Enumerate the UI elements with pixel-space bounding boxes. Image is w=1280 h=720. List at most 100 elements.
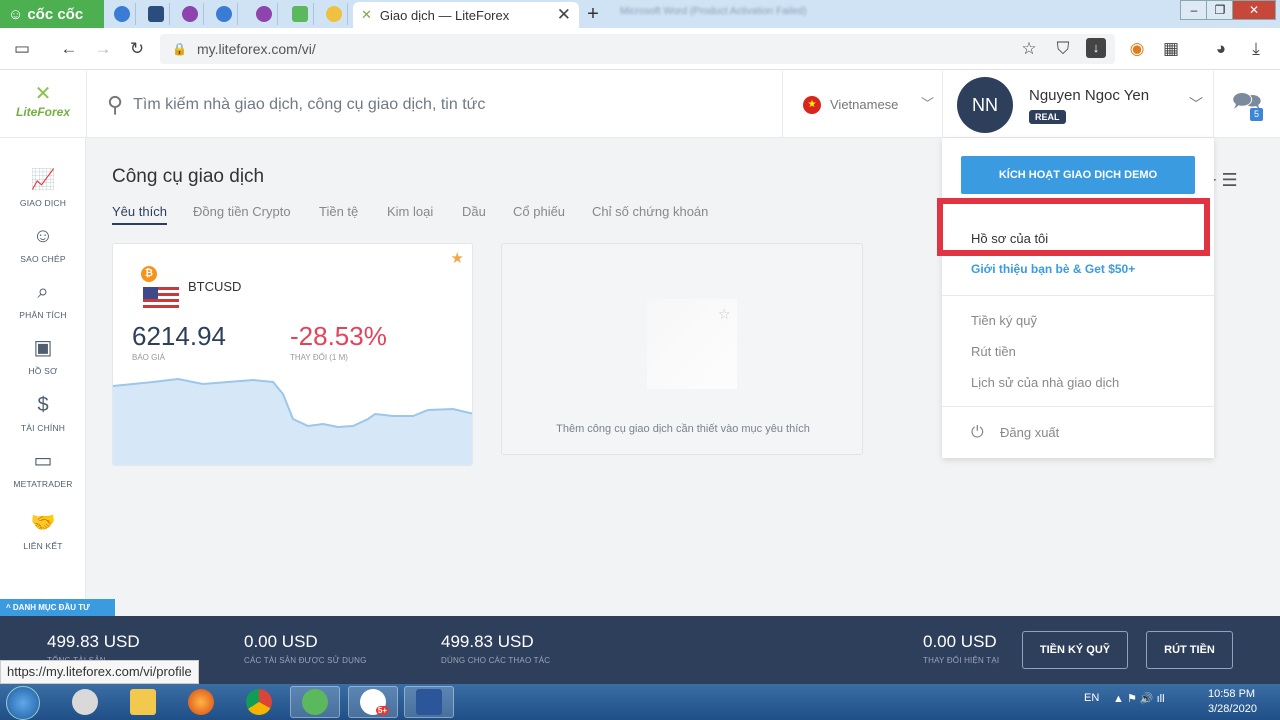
vietnam-flag-icon: ★ (803, 95, 821, 114)
tab-favorites[interactable]: Yêu thích (112, 204, 167, 225)
placeholder-text: Thêm công cụ giao dịch cần thiết vào mục… (556, 423, 810, 435)
tab-pinned-5[interactable] (250, 3, 278, 25)
user-menu-toggle[interactable]: NN Nguyen Ngoc Yen REAL ﹀ (942, 71, 1214, 138)
taskbar-app-chrome[interactable] (234, 686, 284, 718)
sidebar-item-analytics[interactable]: ⌕ PHÂN TÍCH (0, 280, 86, 320)
menu-item-logout[interactable]: Đăng xuất (1000, 425, 1059, 440)
app-header: ✕ LiteForex ⚲ ★ Vietnamese ﹀ NN Nguyen N… (0, 71, 1280, 138)
instrument-card[interactable]: ₿ BTCUSD ★ 6214.94 BÁO GIÁ -28.53% THAY … (112, 243, 473, 466)
url-field[interactable]: 🔒 my.liteforex.com/vi/ (160, 34, 1115, 64)
tab-metals[interactable]: Kim loại (387, 204, 433, 219)
sidebar-item-metatrader[interactable]: ▭ METATRADER (0, 449, 86, 489)
menu-item-withdraw[interactable]: Rút tiền (971, 344, 1016, 359)
sidebar-item-label: GIAO DỊCH (19, 198, 67, 208)
system-tray-icons[interactable]: ▲ ⚑ 🔊 ıll (1113, 692, 1165, 705)
search-input[interactable] (133, 95, 734, 114)
available-label: DÙNG CHO CÁC THAO TÁC (441, 656, 551, 665)
tab-pinned-1[interactable] (108, 3, 136, 25)
browser-logo[interactable]: ☺ cốc cốc (0, 0, 104, 28)
activate-demo-button[interactable]: KÍCH HOẠT GIAO DỊCH DEMO (961, 156, 1195, 194)
reload-icon[interactable]: ↻ (126, 38, 148, 60)
clock-date[interactable]: 3/28/2020 (1208, 703, 1257, 715)
total-assets-value: 499.83 USD (47, 632, 140, 651)
tab-stocks[interactable]: Cổ phiếu (513, 204, 565, 219)
coccoc-icon: ☺ (8, 5, 24, 23)
download-page-icon[interactable]: ↓ (1086, 38, 1106, 58)
deposit-button[interactable]: TIỀN KÝ QUỸ (1022, 631, 1128, 669)
empty-star-icon: ☆ (718, 306, 731, 322)
tab-pinned-3[interactable] (176, 3, 204, 25)
user-name: Nguyen Ngoc Yen (1029, 87, 1150, 104)
taskbar-app-firefox[interactable] (176, 686, 226, 718)
tab-pinned-6[interactable] (286, 3, 314, 25)
taskbar-app-zalo[interactable]: 5+ (348, 686, 398, 718)
liteforex-favicon-icon: ✕ (361, 7, 372, 22)
favorite-star-icon[interactable]: ★ (451, 249, 464, 267)
account-type-badge: REAL (1029, 110, 1066, 124)
chart-icon: 📈 (30, 169, 56, 191)
taskbar-app-word[interactable] (404, 686, 454, 718)
tab-pinned-4[interactable] (210, 3, 238, 25)
user-dropdown-menu: KÍCH HOẠT GIAO DỊCH DEMO Hồ sơ của tôi G… (937, 138, 1214, 458)
tab-oil[interactable]: Dầu (462, 204, 486, 219)
url-text: my.liteforex.com/vi/ (196, 41, 316, 57)
active-tab[interactable]: ✕ Giao dịch — LiteForex ✕ (353, 2, 579, 28)
sidebar-item-finance[interactable]: $ TÀI CHÍNH (0, 393, 86, 433)
new-tab-button[interactable]: + (582, 4, 604, 26)
user-icon: ☺ (32, 225, 54, 247)
language-selector[interactable]: ★ Vietnamese ﹀ (782, 71, 942, 138)
minimize-button[interactable]: – (1180, 0, 1208, 20)
avatar: NN (957, 77, 1013, 133)
menu-item-refer-friend[interactable]: Giới thiệu bạn bè & Get $50+ (971, 262, 1135, 276)
liteforex-logo[interactable]: ✕ LiteForex (8, 83, 78, 127)
quote-label: BÁO GIÁ (132, 353, 165, 362)
available-value: 499.83 USD (441, 632, 534, 651)
start-button[interactable] (6, 686, 40, 720)
shield-icon[interactable]: ⛉ (1052, 38, 1074, 60)
taskbar-app-magnifier[interactable] (60, 686, 110, 718)
add-favorite-placeholder[interactable]: ☆ Thêm công cụ giao dịch cần thiết vào m… (501, 243, 863, 455)
tab-pinned-2[interactable] (142, 3, 170, 25)
menu-item-profile[interactable]: Hồ sơ của tôi (971, 231, 1048, 246)
clock-time[interactable]: 10:58 PM (1208, 688, 1255, 700)
restore-button[interactable]: ❐ (1206, 0, 1234, 20)
bookmark-star-icon[interactable]: ☆ (1018, 38, 1040, 60)
status-bar-url: https://my.liteforex.com/vi/profile (0, 660, 199, 684)
tab-crypto[interactable]: Đồng tiền Crypto (193, 204, 291, 219)
sidebar-toggle-icon[interactable]: ▭ (11, 38, 33, 60)
menu-item-history[interactable]: Lịch sử của nhà giao dịch (971, 375, 1119, 390)
window-icon: ▭ (33, 450, 53, 472)
tab-currencies[interactable]: Tiền tệ (319, 204, 358, 219)
menu-divider (942, 295, 1214, 296)
sidebar-item-trading[interactable]: 📈 GIAO DỊCH (0, 168, 86, 208)
sidebar-item-copy[interactable]: ☺ SAO CHÉP (0, 224, 86, 264)
portfolio-tab-label: DANH MỤC ĐẦU TƯ (12, 603, 90, 612)
tab-indices[interactable]: Chỉ số chứng khoán (592, 204, 708, 219)
taskbar-app-explorer[interactable] (118, 686, 168, 718)
menu-item-deposit[interactable]: Tiền ký quỹ (971, 313, 1037, 328)
portfolio-toggle[interactable]: ^ DANH MỤC ĐẦU TƯ (0, 599, 115, 616)
close-tab-icon[interactable]: ✕ (557, 5, 571, 25)
search-icon: ⚲ (107, 91, 124, 117)
forward-icon[interactable]: → (92, 38, 114, 60)
sidebar-item-profile[interactable]: ▣ HỒ SƠ (0, 336, 86, 376)
bitcoin-icon: ₿ (141, 266, 157, 282)
sidebar-item-partners[interactable]: 🤝 LIÊN KẾT (0, 511, 86, 551)
sidebar-item-label: SAO CHÉP (20, 254, 66, 264)
taskbar-app-coccoc[interactable] (290, 686, 340, 718)
tab-pinned-7[interactable] (320, 3, 348, 25)
current-change-value: 0.00 USD (923, 632, 997, 651)
account-icon[interactable]: ◕ (1210, 38, 1232, 60)
chevron-down-icon: ﹀ (1189, 96, 1203, 112)
input-language[interactable]: EN (1084, 692, 1099, 704)
current-change-label: THAY ĐỔI HIỆN TẠI (923, 656, 1000, 665)
extension-icon[interactable]: ◉ (1126, 38, 1148, 60)
downloads-icon[interactable]: ⤓ (1245, 38, 1267, 60)
withdraw-button[interactable]: RÚT TIỀN (1146, 631, 1233, 669)
quote-price: 6214.94 (132, 321, 226, 351)
chat-button[interactable]: 🗪 (1214, 71, 1280, 138)
close-window-button[interactable]: ✕ (1232, 0, 1276, 20)
windows-taskbar: 5+ EN ▲ ⚑ 🔊 ıll 10:58 PM 3/28/2020 (0, 684, 1280, 720)
qr-code-icon[interactable]: ▦ (1160, 38, 1182, 60)
back-icon[interactable]: ← (58, 38, 80, 60)
